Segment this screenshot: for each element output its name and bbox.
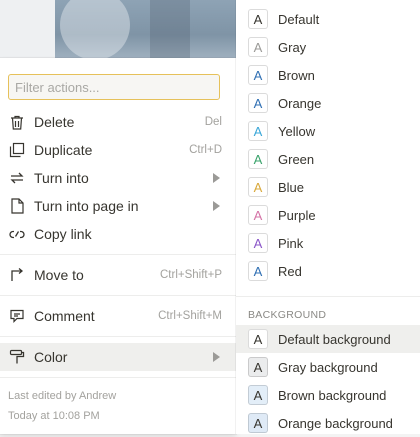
color-option-label: Yellow [278,123,316,139]
color-swatch-icon: A [248,233,268,253]
background-color-option-orange[interactable]: A Orange background [236,409,420,437]
shortcut-hint: Del [204,116,222,128]
shortcut-hint: Ctrl+D [189,144,222,156]
divider [0,295,236,296]
background-color-option-default[interactable]: A Default background [236,325,420,353]
divider [0,377,236,378]
color-swatch-icon: A [248,93,268,113]
menu-item-comment[interactable]: Comment Ctrl+Shift+M [0,302,236,330]
color-swatch-icon: A [248,177,268,197]
menu-item-label: Comment [34,308,95,324]
block-actions-menu: Delete Del Duplicate Ctrl+D Turn into Tu… [0,58,236,434]
color-swatch-icon: A [248,261,268,281]
last-edited-time: Today at 10:08 PM [8,410,100,422]
filter-actions-input[interactable] [8,74,220,100]
color-option-label: Orange background [278,415,393,431]
chevron-right-icon [213,201,220,211]
color-swatch-icon: A [248,357,268,377]
color-swatch-icon: A [248,149,268,169]
page-cover-image [0,0,250,58]
color-swatch-icon: A [248,329,268,349]
text-color-list: A Default A Gray A Brown A Orange A Yellow A Green A… [236,5,420,285]
background-color-option-brown[interactable]: A Brown background [236,381,420,409]
color-swatch-icon: A [248,385,268,405]
color-swatch-icon: A [248,9,268,29]
color-option-label: Gray background [278,359,378,375]
text-color-option-green[interactable]: A Green [236,145,420,173]
last-edited-by: Last edited by Andrew [8,390,117,402]
last-edited-info: Last edited by Andrew Today at 10:08 PM [8,386,116,426]
menu-item-label: Turn into [34,170,89,186]
color-option-label: Purple [278,207,316,223]
color-option-label: Pink [278,235,304,251]
menu-item-label: Copy link [34,226,92,242]
divider [0,254,236,255]
move-to-icon [8,266,26,284]
color-option-label: Orange [278,95,322,111]
menu-item-label: Color [34,349,68,365]
menu-item-duplicate[interactable]: Duplicate Ctrl+D [0,136,236,164]
shortcut-hint: Ctrl+Shift+P [160,269,222,281]
background-color-option-gray[interactable]: A Gray background [236,353,420,381]
color-swatch-icon: A [248,205,268,225]
page-icon [8,197,26,215]
chevron-right-icon [213,173,220,183]
text-color-option-brown[interactable]: A Brown [236,61,420,89]
paint-roller-icon [8,348,26,366]
text-color-option-purple[interactable]: A Purple [236,201,420,229]
color-submenu: A Default A Gray A Brown A Orange A Yellow A Green A… [236,0,420,434]
text-color-option-gray[interactable]: A Gray [236,33,420,61]
menu-item-label: Delete [34,114,75,130]
text-color-option-pink[interactable]: A Pink [236,229,420,257]
chevron-right-icon [213,352,220,362]
link-icon [8,225,26,243]
color-swatch-icon: A [248,37,268,57]
color-option-label: Gray [278,39,307,55]
color-option-label: Red [278,263,302,279]
color-option-label: Blue [278,179,305,195]
menu-item-color[interactable]: Color [0,343,236,371]
shortcut-hint: Ctrl+Shift+M [158,310,222,322]
color-option-label: Brown [278,67,315,83]
text-color-option-blue[interactable]: A Blue [236,173,420,201]
menu-item-turn-into-page-in[interactable]: Turn into page in [0,192,236,220]
color-option-label: Green [278,151,315,167]
color-option-label: Default [278,11,320,27]
menu-item-copy-link[interactable]: Copy link [0,220,236,248]
turn-into-icon [8,169,26,187]
text-color-option-red[interactable]: A Red [236,257,420,285]
menu-item-label: Duplicate [34,142,93,158]
color-option-label: Brown background [278,387,387,403]
menu-item-turn-into[interactable]: Turn into [0,164,236,192]
text-color-option-yellow[interactable]: A Yellow [236,117,420,145]
text-color-option-orange[interactable]: A Orange [236,89,420,117]
divider [0,336,236,337]
comment-icon [8,307,26,325]
color-option-label: Default background [278,331,391,347]
color-swatch-icon: A [248,65,268,85]
color-swatch-icon: A [248,121,268,141]
trash-icon [8,113,26,131]
background-section-label: BACKGROUND [248,309,327,321]
menu-item-move-to[interactable]: Move to Ctrl+Shift+P [0,261,236,289]
duplicate-icon [8,141,26,159]
background-color-list: A Default background A Gray background A Brow… [236,325,420,437]
color-swatch-icon: A [248,413,268,433]
menu-item-label: Move to [34,267,84,283]
menu-item-label: Turn into page in [34,198,139,214]
text-color-option-default[interactable]: A Default [236,5,420,33]
menu-item-delete[interactable]: Delete Del [0,108,236,136]
filter-wrap [0,58,236,108]
